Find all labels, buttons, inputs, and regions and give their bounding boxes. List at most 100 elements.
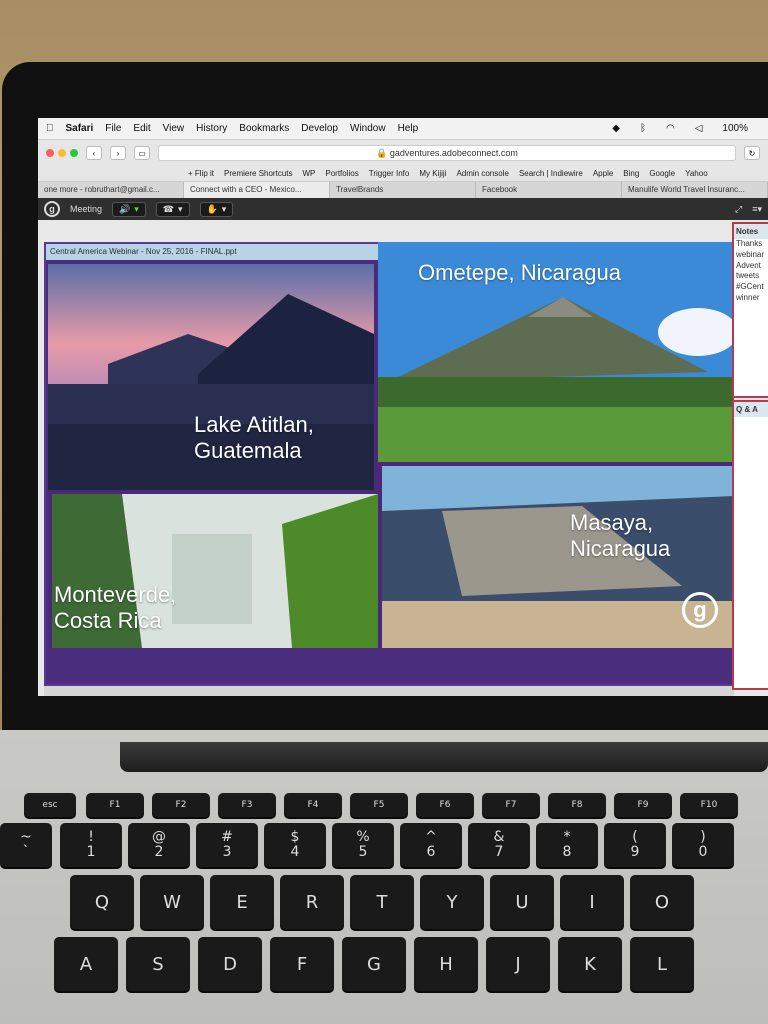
- key-glyph: 7: [494, 844, 504, 860]
- menu-help[interactable]: Help: [398, 123, 419, 134]
- bookmark-item[interactable]: Portfolios: [325, 169, 358, 178]
- speaker-icon: 🔊: [119, 203, 131, 214]
- bookmark-item[interactable]: Trigger Info: [369, 169, 410, 178]
- key-h[interactable]: H: [414, 937, 478, 991]
- browser-tab[interactable]: TravelBrands: [330, 182, 476, 198]
- bookmark-item[interactable]: Bing: [623, 169, 639, 178]
- key-r[interactable]: R: [280, 875, 344, 929]
- bookmark-item[interactable]: My Kijiji: [419, 169, 446, 178]
- browser-tab[interactable]: Facebook: [476, 182, 622, 198]
- apple-icon[interactable]: : [46, 123, 54, 134]
- key-5[interactable]: % 5: [332, 823, 394, 867]
- pod-footer: [44, 686, 734, 696]
- key-2[interactable]: @2: [128, 823, 190, 867]
- key-shift-glyph: @: [152, 828, 166, 845]
- key-4[interactable]: $4: [264, 823, 326, 867]
- key-k[interactable]: K: [558, 937, 622, 991]
- key-f10[interactable]: F10: [680, 793, 738, 817]
- forward-button[interactable]: ›: [110, 146, 126, 160]
- key-j[interactable]: J: [486, 937, 550, 991]
- key-f[interactable]: F: [270, 937, 334, 991]
- key-a[interactable]: A: [54, 937, 118, 991]
- bookmark-item[interactable]: Admin console: [456, 169, 508, 178]
- key-f2[interactable]: F2: [152, 793, 210, 817]
- bookmark-item[interactable]: Premiere Shortcuts: [224, 169, 292, 178]
- key-shift-glyph: !: [88, 828, 94, 845]
- key-d[interactable]: D: [198, 937, 262, 991]
- qa-pod-title: Q & A: [734, 402, 768, 417]
- key-0[interactable]: ) 0: [672, 823, 734, 867]
- key-y[interactable]: Y: [420, 875, 484, 929]
- key-u[interactable]: U: [490, 875, 554, 929]
- key-i[interactable]: I: [560, 875, 624, 929]
- phone-icon: ☎: [162, 203, 174, 214]
- pod-menu-icon[interactable]: ≡▾: [752, 204, 762, 215]
- meeting-menu[interactable]: Meeting: [70, 204, 102, 214]
- key-f1[interactable]: F1: [86, 793, 144, 817]
- bookmark-item[interactable]: Yahoo: [685, 169, 708, 178]
- bookmark-item[interactable]: Apple: [593, 169, 613, 178]
- phone-button[interactable]: ☎ ▾: [155, 201, 190, 217]
- key-esc[interactable]: esc: [24, 793, 76, 817]
- key-w[interactable]: W: [140, 875, 204, 929]
- menu-window[interactable]: Window: [350, 123, 386, 134]
- menu-history[interactable]: History: [196, 123, 227, 134]
- bookmark-item[interactable]: Google: [649, 169, 675, 178]
- browser-tab-active[interactable]: Connect with a CEO - Mexico...: [184, 182, 330, 198]
- key-7[interactable]: & 7: [468, 823, 530, 867]
- key-l[interactable]: L: [630, 937, 694, 991]
- key-shift-glyph: (: [632, 828, 638, 845]
- key-9[interactable]: (9: [604, 823, 666, 867]
- dropbox-icon[interactable]: ◆: [612, 123, 620, 134]
- key-f5[interactable]: F5: [350, 793, 408, 817]
- key-8[interactable]: * 8: [536, 823, 598, 867]
- bookmark-item[interactable]: Search | Indiewire: [519, 169, 583, 178]
- key-1[interactable]: ! 1: [60, 823, 122, 867]
- bookmark-item[interactable]: + Flip it: [188, 169, 214, 178]
- key-f7[interactable]: F7: [482, 793, 540, 817]
- key-e[interactable]: E: [210, 875, 274, 929]
- sidebar-icon[interactable]: ▭: [134, 146, 150, 160]
- menu-app-name[interactable]: Safari: [66, 123, 94, 134]
- speaker-button[interactable]: 🔊 ▾: [112, 201, 146, 217]
- key-3[interactable]: #3: [196, 823, 258, 867]
- reload-icon[interactable]: ↻: [744, 146, 760, 160]
- key-t[interactable]: T: [350, 875, 414, 929]
- key-s[interactable]: S: [126, 937, 190, 991]
- key-backtick[interactable]: ~ `: [0, 823, 52, 867]
- minimize-window-button[interactable]: [58, 149, 66, 157]
- browser-tab[interactable]: Manulife World Travel Insuranc...: [622, 182, 768, 198]
- key-f8[interactable]: F8: [548, 793, 606, 817]
- wifi-icon[interactable]: ◠: [666, 123, 675, 134]
- notes-line: Advent: [736, 260, 761, 270]
- caption-line: Costa Rica: [54, 608, 162, 634]
- key-shift-glyph: %: [356, 828, 370, 845]
- browser-tab[interactable]: one more - robruthart@gmail.c...: [38, 182, 184, 198]
- menu-view[interactable]: View: [163, 123, 185, 134]
- share-pod: Central America Webinar - Nov 25, 2016 -…: [44, 242, 734, 686]
- bookmark-item[interactable]: WP: [302, 169, 315, 178]
- key-q[interactable]: Q: [70, 875, 134, 929]
- raise-hand-button[interactable]: ✋ ▾: [199, 201, 234, 217]
- menu-develop[interactable]: Develop: [301, 123, 338, 134]
- bluetooth-icon[interactable]: ᛒ: [640, 123, 646, 134]
- back-button[interactable]: ‹: [86, 146, 102, 160]
- key-f4[interactable]: F4: [284, 793, 342, 817]
- key-o[interactable]: O: [630, 875, 694, 929]
- fullscreen-icon[interactable]: ⤢: [735, 204, 742, 215]
- window-controls: [46, 149, 78, 157]
- key-f9[interactable]: F9: [614, 793, 672, 817]
- key-f3[interactable]: F3: [218, 793, 276, 817]
- key-shift-glyph: ): [700, 828, 706, 845]
- key-f6[interactable]: F6: [416, 793, 474, 817]
- menu-bookmarks[interactable]: Bookmarks: [239, 123, 289, 134]
- key-g[interactable]: G: [342, 937, 406, 991]
- battery-percent[interactable]: 100%: [722, 123, 748, 134]
- close-window-button[interactable]: [46, 149, 54, 157]
- key-6[interactable]: ^ 6: [400, 823, 462, 867]
- zoom-window-button[interactable]: [70, 149, 78, 157]
- menu-edit[interactable]: Edit: [133, 123, 150, 134]
- menu-file[interactable]: File: [105, 123, 121, 134]
- address-bar[interactable]: 🔒 gadventures.adobeconnect.com: [158, 145, 736, 161]
- volume-icon[interactable]: ◁: [695, 123, 703, 134]
